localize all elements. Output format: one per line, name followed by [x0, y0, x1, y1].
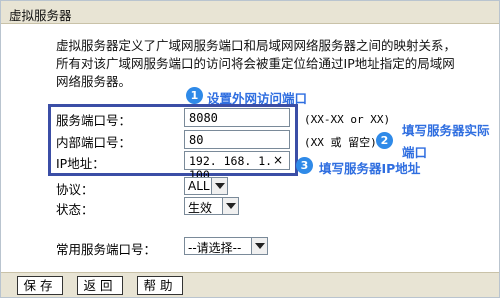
- description-line-1: 虚拟服务器定义了广域网服务端口和局域网网络服务器之间的映射关系，: [56, 38, 457, 53]
- ip-address-row: IP地址： 192. 168. 1. 100 ×: [56, 151, 296, 182]
- internal-port-input[interactable]: 80: [184, 130, 290, 149]
- chevron-down-icon[interactable]: [222, 198, 238, 214]
- service-port-hint: (XX-XX or XX): [304, 113, 391, 126]
- common-port-label: 常用服务端口号：: [56, 242, 157, 257]
- internal-port-value: 80: [189, 133, 204, 147]
- ip-address-label: IP地址：: [56, 156, 105, 171]
- chevron-down-icon[interactable]: [211, 178, 227, 194]
- status-label: 状态：: [56, 202, 94, 217]
- save-button[interactable]: 保存: [17, 276, 63, 295]
- step-3-annotation: 填写服务器IP地址: [319, 161, 421, 176]
- protocol-select[interactable]: ALL: [184, 177, 228, 195]
- protocol-label: 协议：: [56, 182, 94, 197]
- clear-icon[interactable]: ×: [273, 153, 283, 167]
- internal-port-hint: (XX 或 留空): [304, 136, 377, 149]
- back-button[interactable]: 返回: [77, 276, 123, 295]
- chevron-down-icon[interactable]: [251, 238, 267, 254]
- protocol-selected: ALL: [188, 179, 210, 193]
- step-3-badge: 3: [296, 157, 313, 174]
- panel-title-bar: 虚拟服务器: [1, 1, 499, 24]
- service-port-label: 服务端口号：: [56, 113, 132, 128]
- common-port-row: 常用服务端口号： --请选择--: [56, 237, 296, 257]
- service-port-value: 8080: [189, 111, 218, 125]
- step-2-annotation-line-1: 填写服务器实际: [402, 123, 490, 138]
- step-2-badge: 2: [376, 132, 393, 149]
- button-bar: 保存 返回 帮助: [1, 272, 499, 297]
- description: 虚拟服务器定义了广域网服务端口和局域网网络服务器之间的映射关系， 所有对该广域网…: [56, 37, 456, 91]
- common-port-selected: --请选择--: [188, 241, 242, 255]
- description-line-2: 所有对该广域网服务端口的访问将会被重定位给通过IP地址指定的局域网: [56, 56, 455, 71]
- step-1-badge: 1: [186, 87, 203, 104]
- common-port-select[interactable]: --请选择--: [184, 237, 268, 255]
- panel-title: 虚拟服务器: [9, 8, 72, 23]
- ip-address-input[interactable]: 192. 168. 1. 100 ×: [184, 151, 290, 182]
- service-port-input[interactable]: 8080: [184, 108, 290, 127]
- internal-port-label: 内部端口号：: [56, 135, 132, 150]
- service-port-row: 服务端口号： 8080: [56, 108, 296, 128]
- status-row: 状态： 生效: [56, 197, 296, 217]
- status-select[interactable]: 生效: [184, 197, 239, 215]
- protocol-row: 协议： ALL: [56, 177, 296, 197]
- status-selected: 生效: [188, 201, 213, 215]
- internal-port-row: 内部端口号： 80: [56, 130, 296, 150]
- help-button[interactable]: 帮助: [137, 276, 183, 295]
